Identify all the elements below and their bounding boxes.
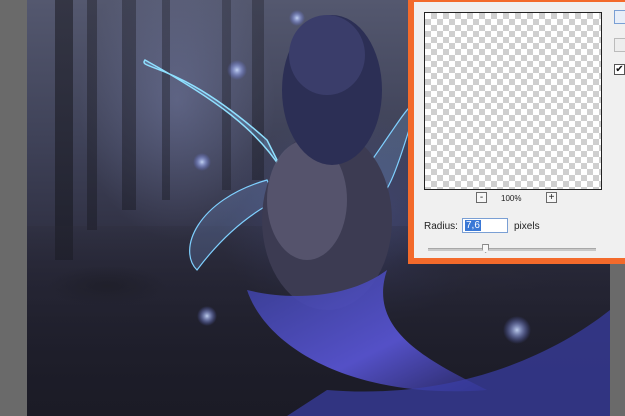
preview-checkbox[interactable]: ✔ (614, 64, 625, 75)
pixels-label: pixels (514, 221, 540, 232)
zoom-in-button[interactable]: + (546, 192, 557, 203)
filter-dialog: - 100% + Radius: 7,6 pixels ✔ (408, 0, 625, 264)
radius-slider-thumb[interactable] (482, 244, 490, 253)
ok-button[interactable] (614, 10, 625, 24)
preview-pane[interactable] (424, 12, 602, 190)
cancel-button[interactable] (614, 38, 625, 52)
radius-value: 7,6 (465, 220, 481, 231)
radius-slider[interactable] (428, 244, 596, 253)
zoom-out-button[interactable]: - (476, 192, 487, 203)
zoom-level: 100% (501, 194, 522, 203)
radius-label: Radius: (424, 221, 458, 232)
radius-input[interactable]: 7,6 (462, 218, 508, 233)
